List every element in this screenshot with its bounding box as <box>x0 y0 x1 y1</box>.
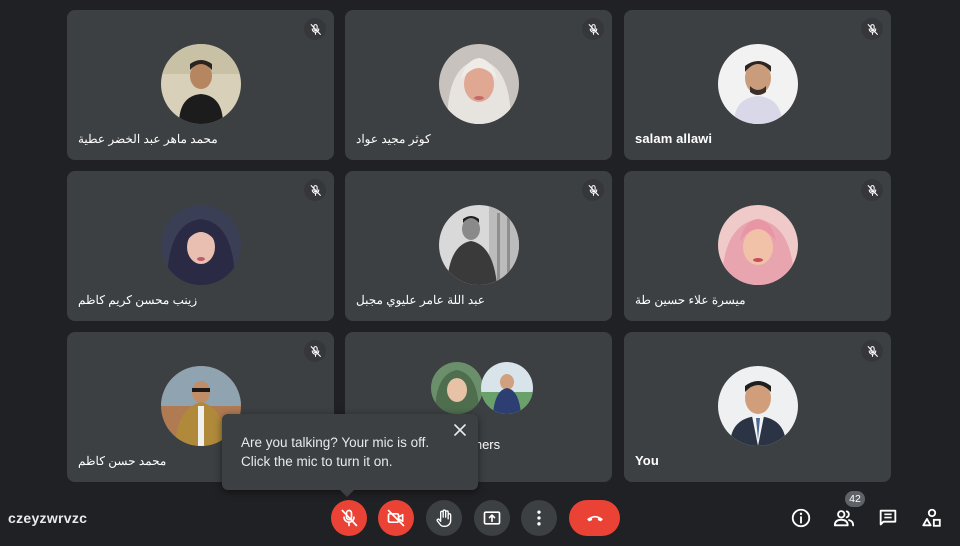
participant-tile[interactable]: عبد اللة عامر عليوي مجبل <box>345 171 612 321</box>
participant-tile[interactable]: كوثر مجيد عواد <box>345 10 612 160</box>
participant-tile[interactable]: زينب محسن كريم كاظم <box>67 171 334 321</box>
mic-off-icon <box>582 179 604 201</box>
participant-avatar <box>438 44 519 124</box>
people-icon <box>833 510 855 527</box>
self-name: You <box>635 453 659 468</box>
more-options-button[interactable] <box>521 500 557 536</box>
participant-avatar <box>160 44 241 124</box>
activities-button[interactable] <box>920 506 944 530</box>
participant-name: عبد اللة عامر عليوي مجبل <box>356 293 485 307</box>
participant-name: محمد ماهر عبد الخضر عطية <box>78 132 218 146</box>
raise-hand-icon <box>436 509 452 527</box>
participant-avatar <box>430 362 483 414</box>
tooltip-line-1: Are you talking? Your mic is off. <box>241 435 430 450</box>
mic-off-icon <box>861 179 883 201</box>
others-avatars <box>430 360 535 416</box>
chat-icon <box>879 509 897 526</box>
meeting-info-button[interactable] <box>789 506 813 530</box>
leave-call-button[interactable] <box>569 500 620 536</box>
participant-tile[interactable]: محمد ماهر عبد الخضر عطية <box>67 10 334 160</box>
participant-name: salam allawi <box>635 131 713 146</box>
camera-off-icon <box>387 509 405 527</box>
participant-name: محمد حسن كاظم <box>78 454 167 468</box>
mic-off-icon <box>304 18 326 40</box>
people-button[interactable] <box>832 506 856 530</box>
mic-off-icon <box>861 340 883 362</box>
chat-button[interactable] <box>876 506 900 530</box>
camera-toggle-button[interactable] <box>378 500 414 536</box>
meeting-code: czeyzwrvzc <box>8 510 88 526</box>
activities-icon <box>922 508 941 527</box>
self-avatar <box>717 366 798 446</box>
meet-call-window: { "participants": [ {"name": "محمد ماهر … <box>0 0 960 546</box>
close-icon[interactable] <box>452 422 468 438</box>
participant-avatar <box>160 205 241 285</box>
end-call-icon <box>586 515 603 522</box>
mic-off-icon <box>339 508 359 528</box>
tooltip-arrow <box>339 489 355 497</box>
participant-avatar <box>717 44 798 124</box>
participant-avatar <box>717 205 798 285</box>
tooltip-line-2: Click the mic to turn it on. <box>241 454 393 469</box>
participant-name: زينب محسن كريم كاظم <box>78 293 198 307</box>
present-screen-button[interactable] <box>474 500 510 536</box>
participant-tile[interactable]: ميسرة علاء حسين طة <box>624 171 891 321</box>
mic-off-icon <box>304 340 326 362</box>
more-options-icon <box>537 510 541 526</box>
info-icon <box>791 508 811 528</box>
participant-avatar <box>438 205 519 285</box>
participant-count-badge: 42 <box>845 491 865 507</box>
participant-tile[interactable]: salam allawi <box>624 10 891 160</box>
mic-off-icon <box>304 179 326 201</box>
mic-toggle-button[interactable] <box>331 500 367 536</box>
present-screen-icon <box>483 511 501 525</box>
participant-name: ميسرة علاء حسين طة <box>635 293 746 307</box>
self-tile[interactable]: You <box>624 332 891 482</box>
participant-avatar <box>480 362 533 414</box>
participant-name: كوثر مجيد عواد <box>356 132 431 146</box>
mic-off-icon <box>861 18 883 40</box>
mic-off-tooltip: Are you talking? Your mic is off. Click … <box>222 414 478 497</box>
mic-off-icon <box>582 18 604 40</box>
raise-hand-button[interactable] <box>426 500 462 536</box>
